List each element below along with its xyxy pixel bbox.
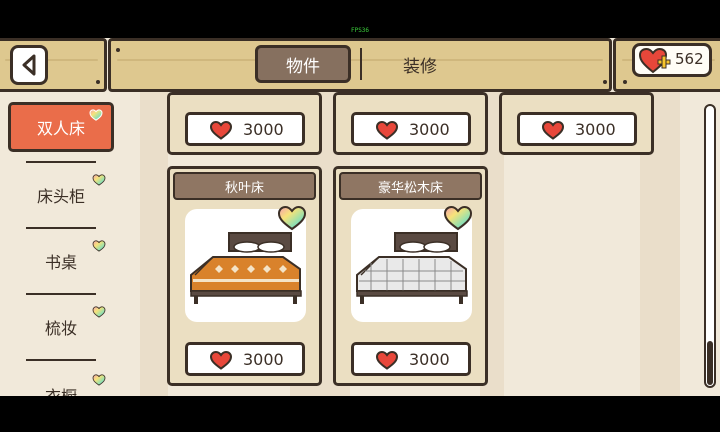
heart-icon [210, 121, 232, 140]
rainbow-heart-icon [92, 306, 106, 318]
game-screen: 物件 装修 562 双人床 床头柜 书桌 梳妆 3000 3000 3000 秋… [0, 38, 720, 396]
product-card[interactable]: 3000 [333, 92, 488, 155]
nail [603, 80, 607, 84]
price-value: 3000 [409, 350, 450, 369]
currency-value: 562 [675, 50, 704, 68]
category-label: 书桌 [44, 253, 77, 272]
category-label: 梳妆 [44, 319, 77, 338]
rainbow-heart-icon [443, 205, 473, 231]
rainbow-heart-icon [277, 205, 307, 231]
buy-button[interactable]: 3000 [517, 112, 637, 146]
category-nightstand[interactable]: 床头柜 [8, 170, 114, 220]
category-double-bed[interactable]: 双人床 [8, 102, 114, 152]
category-vanity[interactable]: 梳妆 [8, 302, 114, 352]
category-label: 床头柜 [36, 187, 85, 206]
price-value: 3000 [243, 350, 284, 369]
category-divider [26, 293, 96, 295]
price-value: 3000 [243, 120, 284, 139]
buy-button[interactable]: 3000 [351, 342, 471, 376]
nail [623, 80, 627, 84]
heart-currency[interactable]: 562 [632, 43, 712, 77]
category-divider [26, 227, 96, 229]
buy-button[interactable]: 3000 [185, 112, 305, 146]
heart-icon [376, 351, 398, 370]
category-divider [26, 161, 96, 163]
category-wardrobe[interactable]: 衣橱 [8, 370, 114, 396]
buy-button[interactable]: 3000 [185, 342, 305, 376]
rainbow-heart-icon [89, 109, 103, 121]
product-card-pine-bed[interactable]: 豪华松木床 3000 [333, 166, 488, 386]
heart-icon [376, 121, 398, 140]
tab-decoration[interactable]: 装修 [372, 45, 468, 83]
product-card[interactable]: 3000 [499, 92, 654, 155]
scrollbar-thumb[interactable] [707, 341, 713, 385]
heart-icon [210, 351, 232, 370]
rainbow-heart-icon [92, 240, 106, 252]
price-value: 3000 [575, 120, 616, 139]
nail [96, 80, 100, 84]
tab-divider [360, 48, 362, 80]
back-button[interactable] [10, 45, 48, 85]
nail [116, 48, 120, 52]
back-arrow-icon [22, 54, 36, 76]
buy-button[interactable]: 3000 [351, 112, 471, 146]
scrollbar[interactable] [704, 104, 716, 388]
price-value: 3000 [409, 120, 450, 139]
product-name: 秋叶床 [173, 172, 316, 200]
heart-icon [542, 121, 564, 140]
category-sidebar: 双人床 床头柜 书桌 梳妆 [0, 100, 135, 396]
product-card[interactable]: 3000 [167, 92, 322, 155]
heart-plus-icon [639, 48, 671, 74]
product-card-autumn-leaf-bed[interactable]: 秋叶床 3000 [167, 166, 322, 386]
rainbow-heart-icon [92, 174, 106, 186]
category-label: 双人床 [36, 119, 85, 138]
rainbow-heart-icon [92, 374, 106, 386]
category-desk[interactable]: 书桌 [8, 236, 114, 286]
product-name: 豪华松木床 [339, 172, 482, 200]
category-divider [26, 359, 96, 361]
fps-counter: FPS36 [350, 27, 370, 34]
tab-items[interactable]: 物件 [255, 45, 351, 83]
category-label: 衣橱 [45, 383, 77, 396]
